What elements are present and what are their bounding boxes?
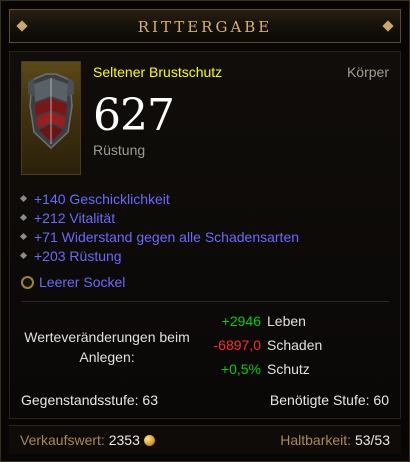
affix-text: +140 Geschicklichkeit (34, 191, 170, 207)
stat-change-label: Werteveränderungen beim Anlegen: (24, 329, 190, 365)
durability-label: Haltbarkeit: (280, 432, 352, 448)
stat-change-row: -6897,0 Schaden (201, 337, 391, 357)
stat-change-name: Schutz (267, 361, 310, 377)
item-type: Seltener Brustschutz (93, 64, 223, 80)
stat-change-name: Schaden (267, 337, 323, 353)
sell-amount: 2353 (108, 432, 140, 448)
sell-label: Verkaufswert: (20, 432, 105, 448)
stat-change-row: +0,5% Schutz (201, 361, 391, 381)
divider (21, 301, 389, 302)
sell-value: Verkaufswert: 2353 (20, 432, 155, 448)
item-tooltip: RITTERGABE Seltener Brustschutz Körper 6… (0, 0, 410, 462)
item-image-frame (21, 61, 81, 175)
bullet-icon (19, 232, 28, 240)
socket-icon (21, 275, 34, 289)
armor-value: 627 (93, 90, 175, 141)
affix-line: +203 Rüstung (19, 248, 122, 264)
item-name: RITTERGABE (137, 18, 273, 36)
affix-line: +212 Vitalität (19, 210, 116, 226)
durability: Haltbarkeit: 53/53 (280, 432, 390, 448)
stat-change-value: +2946 (221, 313, 261, 329)
armor-label: Rüstung (93, 142, 146, 158)
affix-line: +140 Geschicklichkeit (19, 191, 170, 207)
tooltip-footer: Verkaufswert: 2353 Haltbarkeit: 53/53 (9, 425, 401, 454)
affix-text: +203 Rüstung (34, 248, 122, 264)
stat-change-row: +2946 Leben (201, 313, 391, 333)
stat-change-value: -6897,0 (213, 337, 261, 353)
required-level: Benötigte Stufe: 60 (269, 392, 389, 408)
bullet-icon (19, 194, 28, 202)
durability-value: 53/53 (354, 432, 390, 448)
affix-text: +71 Widerstand gegen alle Schadensarten (34, 229, 300, 245)
empty-socket: Leerer Sockel (21, 274, 125, 290)
stat-change-value: +0,5% (220, 361, 261, 377)
bullet-icon (19, 251, 28, 259)
affix-line: +71 Widerstand gegen alle Schadensarten (19, 229, 300, 245)
stat-change-name: Leben (267, 313, 306, 329)
socket-label: Leerer Sockel (39, 274, 126, 290)
title-bar: RITTERGABE (9, 9, 401, 43)
bullet-icon (19, 213, 28, 221)
item-level: Gegenstandsstufe: 63 (21, 392, 158, 408)
affix-text: +212 Vitalität (34, 210, 116, 226)
item-slot: Körper (346, 64, 389, 80)
gold-coin-icon (143, 434, 155, 446)
chest-armor-icon (28, 73, 74, 150)
